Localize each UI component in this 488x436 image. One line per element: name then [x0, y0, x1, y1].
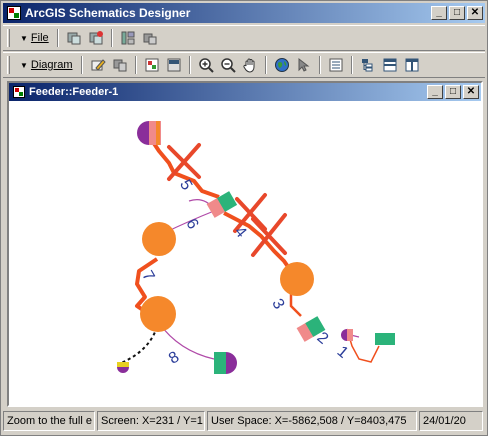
zoom-out-icon[interactable] [217, 55, 239, 75]
node-green-rect[interactable] [375, 333, 395, 345]
status-message: Zoom to the full e [3, 411, 95, 431]
diagram-window-titlebar[interactable]: Feeder::Feeder-1 _ □ ✕ [9, 83, 481, 101]
tile-vertical-icon[interactable] [401, 55, 423, 75]
cross-marker[interactable] [167, 143, 201, 181]
zoom-in-icon[interactable] [195, 55, 217, 75]
status-bar: Zoom to the full e Screen: X=231 / Y=1 U… [3, 411, 487, 433]
diagram-maximize-button[interactable]: □ [445, 85, 461, 99]
dropdown-arrow-icon: ▼ [20, 33, 28, 43]
toolbar-separator [350, 56, 353, 74]
schematic-properties-icon[interactable] [117, 28, 139, 48]
node-bottom-half-disc[interactable] [214, 352, 237, 374]
minimize-button[interactable]: _ [431, 6, 447, 20]
diagram-toolbar: ▼ Diagram [3, 52, 485, 78]
schematic-diagram[interactable]: 5 6 4 7 3 2 1 8 [9, 101, 481, 405]
node-circle-b[interactable] [140, 296, 176, 332]
diagram-menu-label: Diagram [30, 59, 73, 71]
attributes-icon[interactable] [325, 55, 347, 75]
link-label: 3 [268, 296, 287, 312]
schematic-copy-icon[interactable] [139, 28, 161, 48]
link-label: 4 [231, 223, 250, 241]
file-menu-button[interactable]: ▼ File [16, 28, 53, 48]
diagram-canvas[interactable]: 5 6 4 7 3 2 1 8 [9, 101, 481, 405]
toolbar-grip[interactable] [7, 56, 10, 74]
diagram-menu-button[interactable]: ▼ Diagram [16, 55, 77, 75]
dropdown-arrow-icon: ▼ [20, 60, 28, 70]
status-date: 24/01/20 [419, 411, 483, 431]
diagram-window: Feeder::Feeder-1 _ □ ✕ 5 6 4 7 3 2 1 8 [7, 81, 483, 407]
toolbar-separator [264, 56, 267, 74]
diagram-close-button[interactable]: ✕ [463, 85, 479, 99]
window-title: ArcGIS Schematics Designer [25, 6, 191, 20]
app-window: ArcGIS Schematics Designer _ □ ✕ ▼ File [0, 0, 488, 436]
node-small-half-disc[interactable] [341, 329, 353, 341]
diagram-window-title: Feeder::Feeder-1 [29, 86, 119, 98]
save-diagram-icon[interactable] [109, 55, 131, 75]
link-dashed[interactable] [120, 326, 158, 364]
status-user-space-coords: User Space: X=-5862,508 / Y=8403,475 [207, 411, 417, 431]
node-small-yellow[interactable] [117, 362, 129, 373]
file-toolbar: ▼ File [3, 25, 485, 51]
diagram-window-icon [13, 86, 25, 98]
layout-icon[interactable] [141, 55, 163, 75]
link-label: 8 [166, 348, 182, 367]
toolbar-separator [110, 29, 113, 47]
edit-diagram-icon[interactable] [87, 55, 109, 75]
pan-hand-icon[interactable] [239, 55, 261, 75]
toolbar-grip[interactable] [7, 29, 10, 47]
status-screen-coords: Screen: X=231 / Y=1 [97, 411, 205, 431]
full-extent-globe-icon[interactable] [271, 55, 293, 75]
link-label: 1 [334, 343, 352, 362]
tile-horizontal-icon[interactable] [379, 55, 401, 75]
node-circle-a[interactable] [142, 222, 176, 256]
propagate-icon[interactable] [163, 55, 185, 75]
toolbar-separator [188, 56, 191, 74]
link-label: 5 [176, 177, 195, 193]
tree-view-icon[interactable] [357, 55, 379, 75]
node-circle-c[interactable] [280, 262, 314, 296]
toolbar-separator [80, 56, 83, 74]
select-tool-icon[interactable] [293, 55, 315, 75]
toolbar-separator [134, 56, 137, 74]
toolbar-separator [318, 56, 321, 74]
update-schematic-icon[interactable] [85, 28, 107, 48]
close-button[interactable]: ✕ [467, 6, 483, 20]
generate-schematic-icon[interactable] [63, 28, 85, 48]
app-icon [7, 6, 21, 20]
toolbar-separator [56, 29, 59, 47]
link-label: 6 [182, 216, 201, 232]
diagram-minimize-button[interactable]: _ [427, 85, 443, 99]
node-top-half-disc[interactable] [137, 121, 161, 145]
file-menu-label: File [30, 32, 49, 44]
window-titlebar[interactable]: ArcGIS Schematics Designer _ □ ✕ [3, 3, 485, 23]
maximize-button[interactable]: □ [449, 6, 465, 20]
